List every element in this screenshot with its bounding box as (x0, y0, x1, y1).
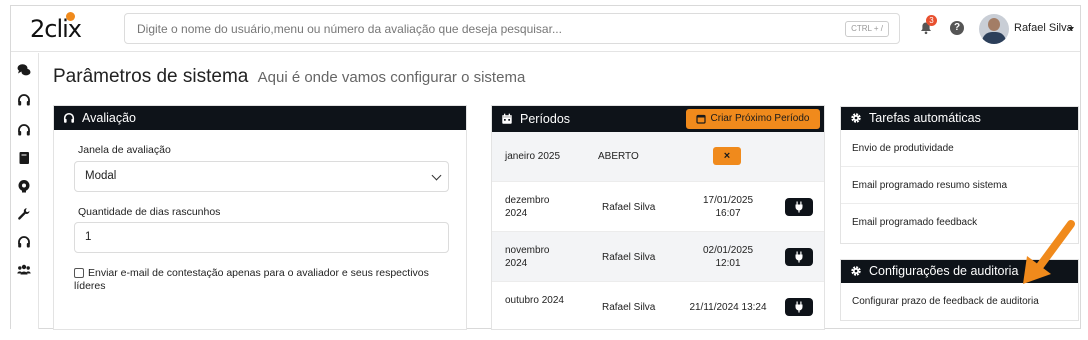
periodo-date: 21/11/2024 13:24 (689, 302, 767, 313)
logo-dot-icon (66, 12, 75, 21)
avatar-head (988, 18, 1000, 31)
periodo-name: outubro 2024 (505, 295, 564, 306)
janela-select-value: Modal (85, 170, 117, 182)
plug-icon (795, 251, 803, 263)
avatar-body (982, 32, 1006, 44)
periodo-name: dezembro 2024 (505, 195, 550, 219)
periodo-user: Rafael Silva (602, 302, 656, 313)
criar-periodo-button[interactable]: Criar Próximo Período (686, 109, 820, 129)
page-title-text: Parâmetros de sistema (53, 66, 249, 87)
close-period-button[interactable]: × (713, 147, 741, 165)
chevron-down-icon (431, 170, 442, 181)
reopen-period-button[interactable] (785, 298, 813, 316)
tarefa-item[interactable]: Envio de produtividade (841, 130, 1078, 167)
reopen-period-button[interactable] (785, 198, 813, 216)
periodo-row: dezembro 2024 Rafael Silva 17/01/2025 16… (492, 182, 824, 232)
dias-input-value: 1 (85, 231, 92, 243)
auditoria-item[interactable]: Configurar prazo de feedback de auditori… (841, 283, 1078, 320)
calendar-icon (502, 113, 512, 124)
avaliacao-card-title: Avaliação (82, 111, 136, 125)
periodos-card-title: Períodos (520, 112, 571, 126)
periodo-date: 02/01/2025 12:01 (702, 245, 754, 269)
auditoria-card-title: Configurações de auditoria (869, 264, 1019, 278)
periodo-row: outubro 2024 Rafael Silva 21/11/2024 13:… (492, 282, 824, 329)
chevron-down-icon[interactable] (1068, 27, 1074, 31)
pointer-arrow-icon (1023, 220, 1075, 284)
sidebar (11, 53, 39, 329)
dias-label: Quantidade de dias rascunhos (78, 206, 221, 218)
reopen-period-button[interactable] (785, 248, 813, 266)
search-shortcut-hint: CTRL + / (845, 21, 889, 37)
headset-icon[interactable] (17, 93, 31, 107)
wrench-icon[interactable] (17, 207, 31, 221)
close-icon: × (723, 150, 731, 162)
tarefas-card-header: Tarefas automáticas (841, 107, 1078, 130)
avaliacao-card-header: Avaliação (54, 106, 466, 130)
janela-label: Janela de avaliação (78, 144, 171, 156)
tarefas-card-title: Tarefas automáticas (869, 111, 981, 125)
headset-icon (63, 112, 75, 123)
logo[interactable]: 2clix (30, 12, 82, 43)
janela-select[interactable]: Modal (74, 161, 449, 192)
headset-icon[interactable] (17, 235, 31, 249)
periodo-date: 17/01/2025 16:07 (702, 195, 754, 219)
tarefa-item[interactable]: Email programado resumo sistema (841, 167, 1078, 204)
contestacao-checkbox-label[interactable]: Enviar e-mail de contestação apenas para… (74, 267, 444, 293)
app-frame: 2clix CTRL + / 3 ? Rafael Silva (10, 5, 1081, 330)
plug-icon (795, 201, 803, 213)
search-input[interactable] (125, 14, 825, 43)
periodo-name: novembro 2024 (505, 245, 550, 269)
periodo-user: Rafael Silva (602, 252, 656, 263)
avaliacao-card: Avaliação Janela de avaliação Modal Quan… (53, 105, 467, 330)
plug-icon (795, 301, 803, 313)
user-name[interactable]: Rafael Silva (1014, 22, 1073, 34)
search-bar[interactable]: CTRL + / (124, 13, 900, 44)
periodo-name: janeiro 2025 (505, 151, 561, 162)
help-icon[interactable]: ? (950, 21, 964, 35)
notification-badge: 3 (926, 15, 937, 26)
chat-icon[interactable] (17, 63, 31, 77)
periodos-card: Períodos Criar Próximo Período janeiro 2… (491, 105, 825, 330)
page-subtitle: Aqui é onde vamos configurar o sistema (257, 69, 526, 86)
calendar-plus-icon (696, 114, 706, 124)
dias-input[interactable]: 1 (74, 222, 449, 253)
periodo-user: Rafael Silva (602, 202, 656, 213)
avatar[interactable] (979, 14, 1009, 44)
users-icon[interactable] (17, 263, 31, 277)
gear-icon (851, 113, 861, 123)
periodo-row: novembro 2024 Rafael Silva 02/01/2025 12… (492, 232, 824, 282)
criar-periodo-label: Criar Próximo Período (710, 113, 810, 124)
book-icon[interactable] (17, 151, 31, 165)
gear-icon (851, 266, 861, 276)
top-bar: 2clix CTRL + / 3 ? Rafael Silva (11, 6, 1080, 52)
periodos-card-header: Períodos Criar Próximo Período (492, 106, 824, 132)
page-title: Parâmetros de sistema Aqui é onde vamos … (53, 66, 525, 88)
periodo-status: ABERTO (598, 151, 639, 162)
headset-icon[interactable] (17, 123, 31, 137)
gear-brain-icon[interactable] (17, 179, 31, 193)
periodo-row: janeiro 2025 ABERTO × (492, 132, 824, 182)
